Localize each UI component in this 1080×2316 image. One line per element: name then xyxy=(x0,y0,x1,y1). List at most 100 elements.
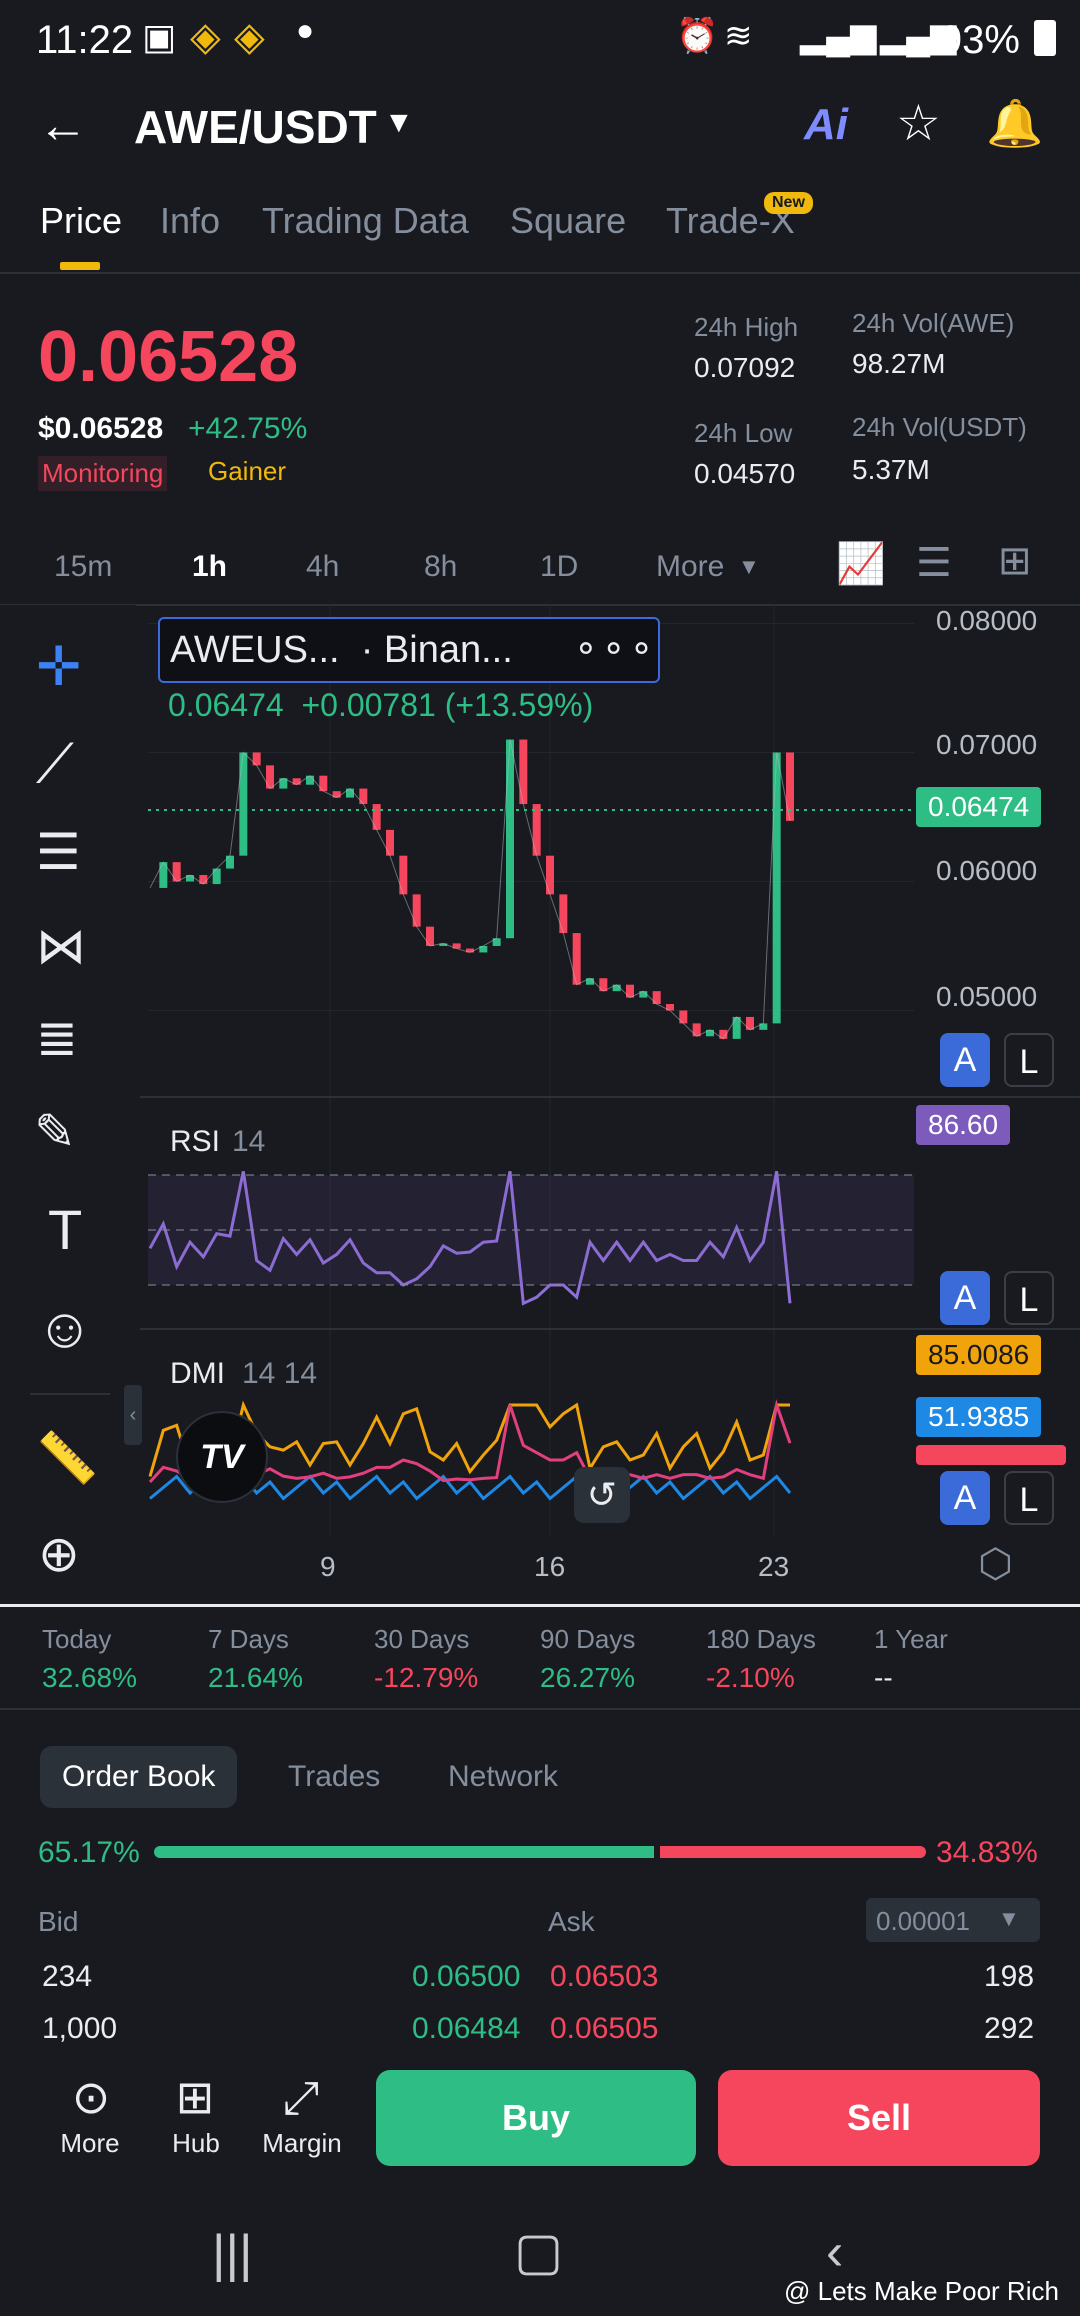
perf-label: Today xyxy=(42,1624,112,1654)
dmi-value-tag-2: 51.9385 xyxy=(916,1397,1042,1437)
high-value: 0.07092 xyxy=(694,352,796,383)
candle xyxy=(506,739,514,939)
dmi-log-button[interactable]: L xyxy=(1004,1471,1054,1525)
low-value: 0.04570 xyxy=(694,458,796,489)
y-tick: 0.05000 xyxy=(936,981,1038,1012)
chart-settings-icon[interactable]: ☰ xyxy=(916,540,952,586)
pair-title[interactable]: AWE/USDT xyxy=(134,100,377,154)
tab-info[interactable]: Info xyxy=(160,200,220,242)
tabs-divider xyxy=(0,272,1080,274)
candle xyxy=(226,855,234,869)
tab-trading-data[interactable]: Trading Data xyxy=(262,200,469,242)
rsi-param: 14 xyxy=(232,1125,266,1158)
back-nav-icon[interactable]: ‹ xyxy=(826,2222,843,2282)
chart-settings-hex-icon[interactable]: ⬡ xyxy=(978,1541,1013,1587)
reset-chart-icon[interactable]: ↺ xyxy=(574,1467,630,1523)
tab-price[interactable]: Price xyxy=(40,200,122,242)
star-icon[interactable]: ☆ xyxy=(896,94,941,152)
rsi-log-button[interactable]: L xyxy=(1004,1271,1054,1325)
candle xyxy=(746,1016,754,1030)
tab-order-book[interactable]: Order Book xyxy=(40,1746,238,1808)
low-label: 24h Low xyxy=(694,418,793,448)
symbol-more-icon[interactable]: ∘∘∘ xyxy=(574,625,657,670)
interval-8h[interactable]: 8h xyxy=(424,550,457,584)
dmi-auto-button[interactable]: A xyxy=(940,1471,990,1525)
interval-more[interactable]: More xyxy=(656,550,724,584)
candle xyxy=(652,991,661,1005)
more-dropdown-icon[interactable]: ▼ xyxy=(738,554,760,580)
wifi-icon: ≋ xyxy=(724,17,753,55)
back-arrow-icon[interactable]: ← xyxy=(38,96,88,154)
bid-price[interactable]: 0.06500 xyxy=(412,1960,520,1994)
home-icon[interactable]: ▢ xyxy=(514,2222,563,2282)
interval-1h[interactable]: 1h xyxy=(192,550,227,584)
bid-qty: 234 xyxy=(42,1960,93,1993)
alarm-icon: ⏰ xyxy=(676,17,719,55)
usd-price: $0.06528 xyxy=(38,412,164,445)
margin-label[interactable]: Margin xyxy=(252,2128,352,2159)
y-tick: 0.07000 xyxy=(936,729,1038,760)
bid-qty: 1,000 xyxy=(42,2012,118,2045)
last-price: 0.06528 xyxy=(38,317,299,397)
rsi-label: RSI xyxy=(170,1125,221,1158)
bid-price[interactable]: 0.06484 xyxy=(412,2012,520,2046)
high-label: 24h High xyxy=(694,312,799,342)
candle xyxy=(386,829,394,856)
tradingview-logo[interactable]: TV xyxy=(176,1411,268,1503)
chart-area[interactable]: ✛ ⟋ ☰ ⋈ ≣ ✎ T ☺ 📏 ⊕ ‹ AWEUS... · Binan..… xyxy=(0,605,1080,1605)
sell-button[interactable]: Sell xyxy=(718,2070,1040,2166)
more-icon[interactable]: ⊙ xyxy=(46,2070,136,2124)
tab-network[interactable]: Network xyxy=(448,1760,558,1794)
perf-label: 30 Days xyxy=(374,1624,470,1654)
interval-4h[interactable]: 4h xyxy=(306,550,339,584)
candle xyxy=(252,752,261,766)
log-scale-button[interactable]: L xyxy=(1004,1033,1054,1087)
ask-price[interactable]: 0.06503 xyxy=(550,1960,658,1994)
perf-value: -2.10% xyxy=(706,1662,795,1693)
recent-apps-icon[interactable]: ||| xyxy=(212,2224,253,2284)
top-bar: ← AWE/USDT ▼ Ai ☆ 🔔 xyxy=(0,80,1080,210)
status-bar: 11:22 ▣ ◈ ◈ ● ⏰ ≋ ▂▄▆ ▂▄▆ 93% xyxy=(0,0,1080,80)
status-time: 11:22 xyxy=(36,18,134,62)
precision-select[interactable]: 0.00001 ▼ xyxy=(866,1898,1040,1942)
rsi-auto-button[interactable]: A xyxy=(940,1271,990,1325)
interval-15m[interactable]: 15m xyxy=(54,550,112,584)
perf-divider xyxy=(0,1708,1080,1710)
candle xyxy=(772,752,781,1024)
tab-trades[interactable]: Trades xyxy=(288,1760,380,1794)
symbol-box[interactable]: AWEUS... · Binan... ∘∘∘ xyxy=(158,617,660,683)
tab-square[interactable]: Square xyxy=(510,200,626,242)
hub-icon[interactable]: ⊞ xyxy=(150,2070,240,2124)
perf-value: -- xyxy=(874,1662,893,1693)
more-label[interactable]: More xyxy=(40,2128,140,2159)
tab-underline xyxy=(60,262,100,270)
vol-awe-label: 24h Vol(AWE) xyxy=(852,308,1015,338)
new-badge: New xyxy=(764,192,813,214)
margin-icon[interactable]: ⤢ xyxy=(256,2070,346,2126)
indicator-icon[interactable]: 📈 xyxy=(836,540,886,587)
binance-icon: ◈ xyxy=(190,15,221,59)
interval-1d[interactable]: 1D xyxy=(540,550,578,584)
dmi-value-tag-1: 85.0086 xyxy=(916,1335,1042,1375)
buy-button[interactable]: Buy xyxy=(376,2070,696,2166)
pair-dropdown-icon[interactable]: ▼ xyxy=(384,106,414,140)
monitoring-tag[interactable]: Monitoring xyxy=(38,456,168,491)
bell-icon[interactable]: 🔔 xyxy=(986,96,1043,151)
x-tick: 9 xyxy=(320,1551,336,1582)
candle xyxy=(572,933,581,985)
candle xyxy=(599,978,608,992)
ask-price[interactable]: 0.06505 xyxy=(550,2012,658,2046)
layout-grid-icon[interactable]: ⊞ xyxy=(998,538,1032,584)
gainer-tag[interactable]: Gainer xyxy=(208,456,286,487)
auto-scale-button[interactable]: A xyxy=(940,1033,990,1087)
price-change: +42.75% xyxy=(188,412,308,445)
rsi-value-tag: 86.60 xyxy=(916,1105,1011,1145)
ask-ratio-fill xyxy=(660,1846,926,1858)
binance-icon-2: ◈ xyxy=(234,15,265,59)
hub-label[interactable]: Hub xyxy=(146,2128,246,2159)
candle xyxy=(266,765,274,789)
perf-label: 1 Year xyxy=(874,1624,948,1654)
candle xyxy=(212,868,221,885)
vol-awe-value: 98.27M xyxy=(852,348,946,379)
ai-icon[interactable]: Ai xyxy=(804,100,848,150)
